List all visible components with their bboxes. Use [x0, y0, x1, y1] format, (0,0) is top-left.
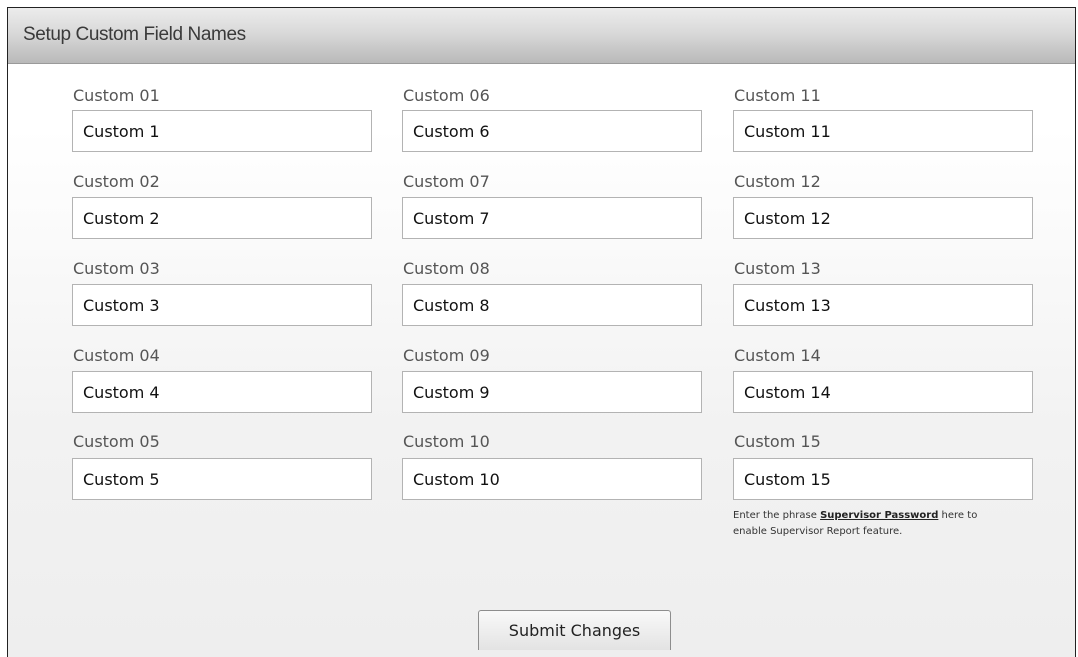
custom-03-input[interactable] — [72, 284, 372, 326]
custom-field-names-panel: Setup Custom Field Names — [7, 7, 1076, 657]
custom-15-label: Custom 15 — [734, 432, 821, 451]
panel-header: Setup Custom Field Names — [8, 8, 1075, 64]
custom-08-label: Custom 08 — [403, 259, 490, 278]
custom-04-input[interactable] — [72, 371, 372, 413]
submit-changes-button[interactable]: Submit Changes — [478, 610, 671, 650]
custom-11-input[interactable] — [733, 110, 1033, 152]
custom-10-input[interactable] — [402, 458, 702, 500]
custom-01-input[interactable] — [72, 110, 372, 152]
custom-06-label: Custom 06 — [403, 86, 490, 105]
custom-12-label: Custom 12 — [734, 172, 821, 191]
custom-12-input[interactable] — [733, 197, 1033, 239]
supervisor-password-note: Enter the phrase Supervisor Password her… — [733, 508, 1013, 540]
custom-09-input[interactable] — [402, 371, 702, 413]
custom-05-label: Custom 05 — [73, 432, 160, 451]
custom-13-input[interactable] — [733, 284, 1033, 326]
custom-04-label: Custom 04 — [73, 346, 160, 365]
custom-14-input[interactable] — [733, 371, 1033, 413]
custom-11-label: Custom 11 — [734, 86, 821, 105]
custom-07-input[interactable] — [402, 197, 702, 239]
custom-14-label: Custom 14 — [734, 346, 821, 365]
custom-09-label: Custom 09 — [403, 346, 490, 365]
custom-08-input[interactable] — [402, 284, 702, 326]
note-text-before: Enter the phrase — [733, 510, 821, 521]
custom-07-label: Custom 07 — [403, 172, 490, 191]
custom-06-input[interactable] — [402, 110, 702, 152]
custom-15-input[interactable] — [733, 458, 1033, 500]
custom-13-label: Custom 13 — [734, 259, 821, 278]
custom-10-label: Custom 10 — [403, 432, 490, 451]
custom-02-label: Custom 02 — [73, 172, 160, 191]
custom-02-input[interactable] — [72, 197, 372, 239]
custom-03-label: Custom 03 — [73, 259, 160, 278]
supervisor-password-link[interactable]: Supervisor Password — [820, 510, 938, 521]
custom-01-label: Custom 01 — [73, 86, 160, 105]
custom-05-input[interactable] — [72, 458, 372, 500]
panel-title: Setup Custom Field Names — [23, 24, 246, 45]
